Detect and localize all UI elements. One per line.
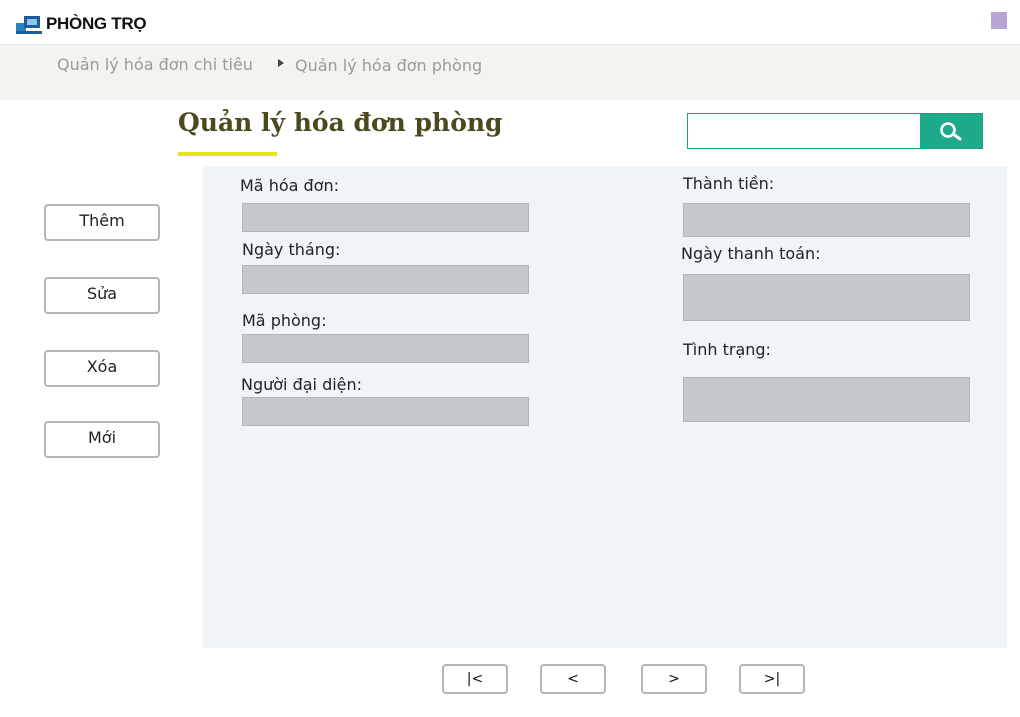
payment-date-field[interactable] [683,274,970,321]
first-page-button[interactable]: |< [442,664,508,694]
amount-field[interactable] [683,203,970,237]
breadcrumb-item-room-invoices: Quản lý hóa đơn phòng [295,56,483,75]
title-underline [178,152,277,156]
invoice-id-label: Mã hóa đơn: [240,176,339,195]
search-icon [940,122,962,141]
invoice-form: Mã hóa đơn: Ngày tháng: Mã phòng: Người … [203,166,1007,648]
status-label: Tình trạng: [683,340,771,359]
breadcrumb-item-expenses[interactable]: Quản lý hóa đơn chi tiêu [57,55,253,74]
breadcrumb-arrow-icon [278,59,284,67]
representative-field[interactable] [242,397,529,426]
room-id-label: Mã phòng: [242,311,327,330]
representative-label: Người đại diện: [241,375,363,394]
logo-text: PHÒNG TRỌ [46,14,147,33]
previous-page-button[interactable]: < [540,664,606,694]
amount-label: Thành tiền: [683,174,775,193]
room-id-field[interactable] [242,334,529,363]
next-page-button[interactable]: > [641,664,707,694]
delete-button[interactable]: Xóa [44,350,160,387]
add-button[interactable]: Thêm [44,204,160,241]
app-logo[interactable]: PHÒNG TRỌ [8,6,160,42]
date-field[interactable] [242,265,529,294]
invoice-id-field[interactable] [242,203,529,232]
date-label: Ngày tháng: [242,240,341,259]
last-page-button[interactable]: >| [739,664,805,694]
corner-square-icon [991,12,1007,29]
payment-date-label: Ngày thanh toán: [681,244,821,263]
status-field[interactable] [683,377,970,422]
search-box [687,113,983,149]
edit-button[interactable]: Sửa [44,277,160,314]
new-button[interactable]: Mới [44,421,160,458]
top-bar: PHÒNG TRỌ [0,0,1020,46]
breadcrumb: Quản lý hóa đơn chi tiêu Quản lý hóa đơn… [0,47,1020,100]
house-logo-icon [16,14,42,34]
page-title: Quản lý hóa đơn phòng [178,108,503,137]
search-input[interactable] [688,114,920,148]
search-button[interactable] [920,114,982,148]
